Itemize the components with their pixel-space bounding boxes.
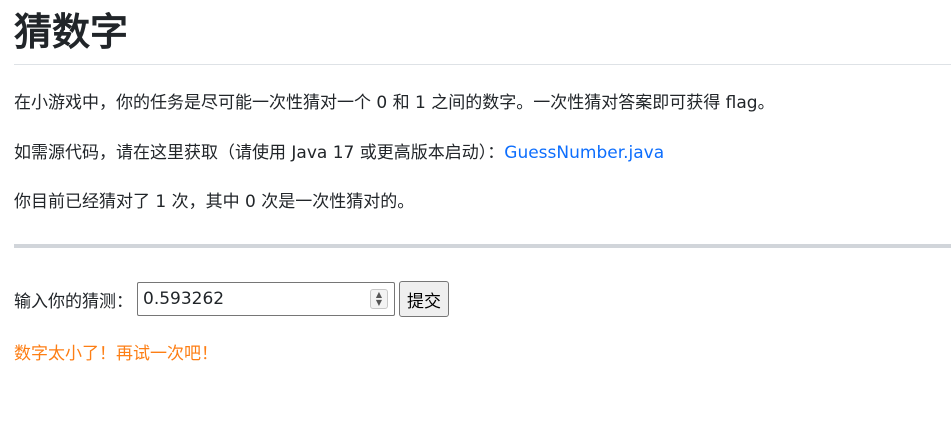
- guess-input[interactable]: [138, 289, 363, 309]
- section-divider: [14, 244, 951, 248]
- number-spinner[interactable]: ▲ ▼: [370, 289, 388, 309]
- source-code-link[interactable]: GuessNumber.java: [504, 143, 664, 163]
- guess-input-wrapper: ▲ ▼: [137, 282, 395, 316]
- source-code-paragraph: 如需源代码，请在这里获取（请使用 Java 17 或更高版本启动）：GuessN…: [14, 140, 664, 166]
- guess-form: 输入你的猜测： ▲ ▼ 提交: [14, 280, 449, 318]
- guess-stats: 你目前已经猜对了 1 次，其中 0 次是一次性猜对的。: [14, 192, 415, 212]
- guess-label: 输入你的猜测：: [14, 291, 133, 312]
- result-message: 数字太小了！再试一次吧！: [14, 344, 218, 364]
- spinner-down-icon[interactable]: ▼: [376, 299, 382, 307]
- page: 猜数字 在小游戏中，你的任务是尽可能一次性猜对一个 0 和 1 之间的数字。一次…: [0, 0, 951, 424]
- title-divider: [14, 64, 951, 65]
- source-code-prefix: 如需源代码，请在这里获取（请使用 Java 17 或更高版本启动）：: [14, 143, 505, 163]
- task-description: 在小游戏中，你的任务是尽可能一次性猜对一个 0 和 1 之间的数字。一次性猜对答…: [14, 93, 775, 113]
- page-title: 猜数字: [14, 10, 129, 54]
- submit-button[interactable]: 提交: [399, 281, 449, 317]
